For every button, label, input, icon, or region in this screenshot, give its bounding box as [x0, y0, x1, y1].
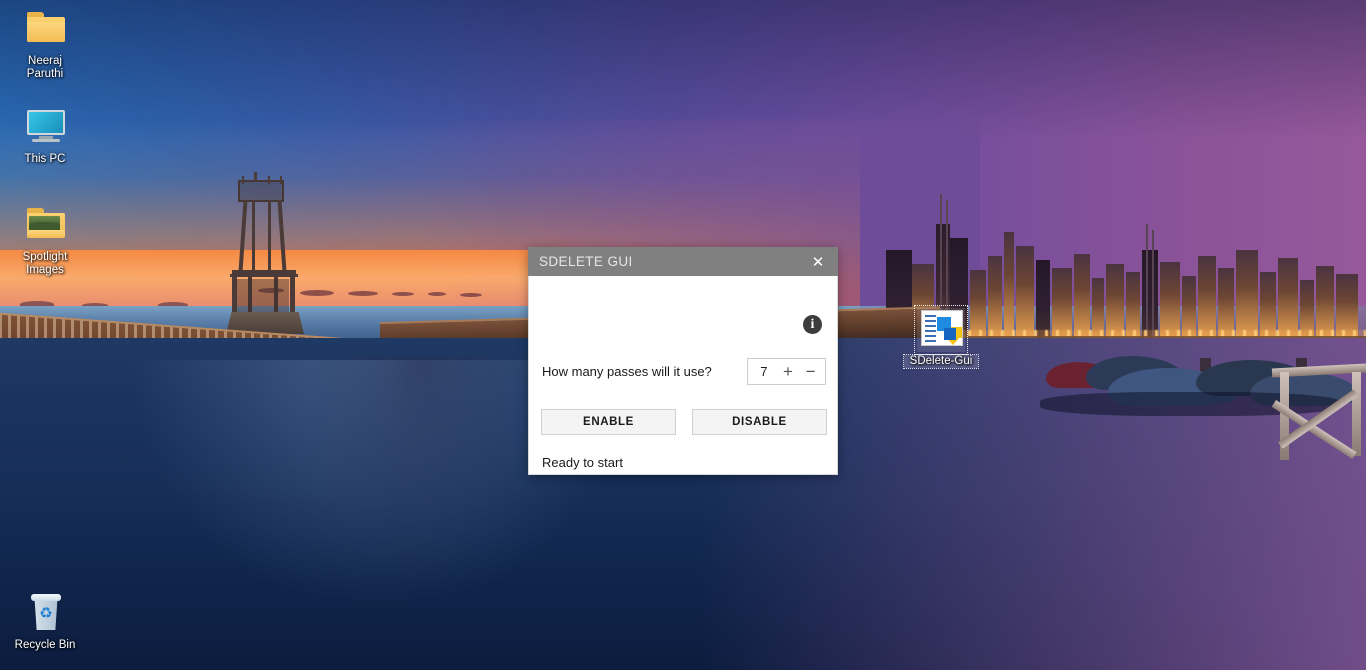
desktop-icon-sdelete-gui[interactable]: SDelete-Gui — [903, 305, 979, 369]
passes-value: 7 — [760, 364, 768, 379]
info-icon[interactable]: i — [803, 315, 822, 334]
status-text: Ready to start — [542, 455, 623, 470]
neeraj-label-line2: Paruthi — [26, 68, 64, 80]
desktop-icon-recycle-bin[interactable]: ♻ Recycle Bin — [8, 592, 82, 652]
wallpaper-lighthouse-tower — [224, 172, 320, 334]
desktop-icon-neeraj-paruthi[interactable]: Neeraj Paruthi — [8, 8, 82, 81]
folder-icon — [21, 8, 69, 52]
window-title: SDELETE GUI — [539, 254, 633, 269]
sdelete-gui-window[interactable]: SDELETE GUI ✕ i How many passes will it … — [528, 247, 838, 475]
spotlight-label-line2: Images — [26, 264, 64, 276]
desktop-icon-label: Neeraj Paruthi — [8, 55, 82, 81]
monitor-icon — [21, 106, 69, 150]
decrement-icon[interactable]: − — [806, 363, 816, 380]
neeraj-label-line1: Neeraj — [28, 55, 62, 67]
desktop-icon-label: Spotlight Images — [8, 251, 82, 277]
wallpaper-cloud — [428, 292, 446, 296]
passes-stepper[interactable]: 7 + − — [747, 358, 826, 385]
passes-label: How many passes will it use? — [542, 364, 712, 379]
window-titlebar[interactable]: SDELETE GUI ✕ — [528, 247, 838, 276]
enable-button[interactable]: ENABLE — [541, 409, 676, 435]
spotlight-label-line1: Spotlight — [22, 251, 68, 263]
wallpaper-dock-post — [1352, 372, 1361, 456]
disable-button[interactable]: DISABLE — [692, 409, 827, 435]
close-icon[interactable]: ✕ — [798, 247, 838, 276]
wallpaper-water-shadow — [300, 355, 540, 585]
wallpaper-cloud — [392, 292, 414, 296]
sdelete-app-icon — [914, 305, 968, 355]
desktop[interactable]: Neeraj Paruthi This PC Spotlight Images — [0, 0, 1366, 670]
desktop-icon-spotlight-images[interactable]: Spotlight Images — [8, 204, 82, 277]
wallpaper-sky-shade — [0, 0, 1366, 140]
passes-row: How many passes will it use? 7 + − — [542, 358, 826, 385]
desktop-icon-label: SDelete-Gui — [903, 354, 979, 369]
action-button-row: ENABLE DISABLE — [541, 409, 827, 435]
dialog-body: i How many passes will it use? 7 + − ENA… — [528, 276, 838, 475]
increment-icon[interactable]: + — [783, 363, 793, 380]
recycle-bin-icon: ♻ — [21, 592, 69, 636]
image-folder-icon — [21, 204, 69, 248]
desktop-icon-label: This PC — [24, 153, 66, 165]
wallpaper-cloud — [348, 291, 378, 296]
desktop-icon-label: Recycle Bin — [14, 639, 76, 651]
desktop-icon-this-pc[interactable]: This PC — [8, 106, 82, 166]
wallpaper-cloud — [460, 293, 482, 297]
